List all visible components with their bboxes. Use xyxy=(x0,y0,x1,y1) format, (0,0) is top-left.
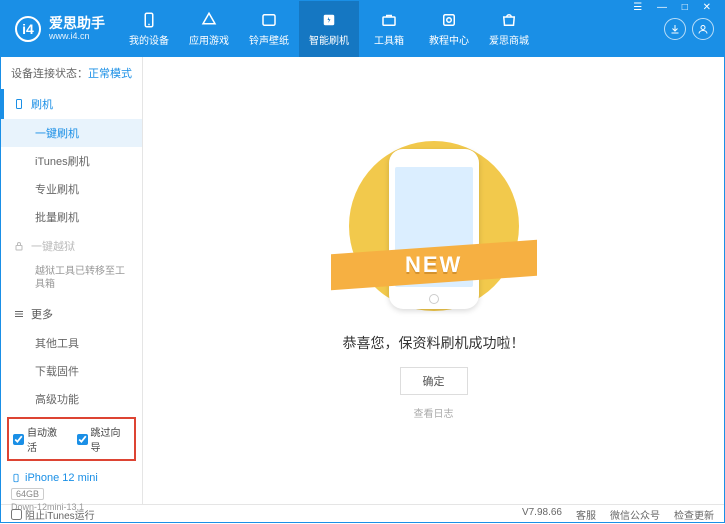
auto-activate-checkbox[interactable]: 自动激活 xyxy=(13,424,67,454)
sidebar-advanced[interactable]: 高级功能 xyxy=(1,385,142,413)
user-button[interactable] xyxy=(692,18,714,40)
sidebar-more-heading[interactable]: 更多 xyxy=(1,299,142,329)
sidebar-oneclick-flash[interactable]: 一键刷机 xyxy=(1,119,142,147)
menu-icon xyxy=(13,308,25,320)
logo: i4 爱思助手 www.i4.cn xyxy=(1,16,119,42)
nav-ringtones[interactable]: 铃声壁纸 xyxy=(239,1,299,57)
service-link[interactable]: 客服 xyxy=(576,507,596,522)
sidebar: 设备连接状态：正常模式 刷机 一键刷机 iTunes刷机 专业刷机 批量刷机 一… xyxy=(1,57,143,504)
user-icon xyxy=(697,23,709,35)
main-content: NEW 恭喜您，保资料刷机成功啦！ 确定 查看日志 xyxy=(143,57,724,504)
nav-store[interactable]: 爱思商城 xyxy=(479,1,539,57)
success-message: 恭喜您，保资料刷机成功啦！ xyxy=(343,333,525,353)
version-label: V7.98.66 xyxy=(522,507,562,522)
sidebar-pro-flash[interactable]: 专业刷机 xyxy=(1,175,142,203)
wechat-link[interactable]: 微信公众号 xyxy=(610,507,660,522)
window-controls[interactable]: ☰ — □ ✕ xyxy=(633,2,717,13)
toolbox-icon xyxy=(380,11,398,29)
lock-icon xyxy=(13,240,25,252)
download-icon xyxy=(669,23,681,35)
phone-icon xyxy=(13,98,25,110)
tutorial-icon xyxy=(440,11,458,29)
apps-icon xyxy=(200,11,218,29)
nav-tutorials[interactable]: 教程中心 xyxy=(419,1,479,57)
store-icon xyxy=(500,11,518,29)
device-name-label: iPhone 12 mini xyxy=(25,472,98,484)
new-badge: NEW xyxy=(405,252,462,278)
nav-my-device[interactable]: 我的设备 xyxy=(119,1,179,57)
flash-icon xyxy=(320,11,338,29)
app-url: www.i4.cn xyxy=(49,32,105,42)
sidebar-batch-flash[interactable]: 批量刷机 xyxy=(1,203,142,231)
sidebar-download-firmware[interactable]: 下载固件 xyxy=(1,357,142,385)
option-checkboxes: 自动激活 跳过向导 xyxy=(7,417,136,461)
sidebar-other-tools[interactable]: 其他工具 xyxy=(1,329,142,357)
sidebar-itunes-flash[interactable]: iTunes刷机 xyxy=(1,147,142,175)
view-log-link[interactable]: 查看日志 xyxy=(414,405,454,420)
download-button[interactable] xyxy=(664,18,686,40)
sidebar-jailbreak-heading[interactable]: 一键越狱 xyxy=(1,231,142,261)
device-capacity: 64GB xyxy=(11,488,44,500)
skip-setup-checkbox[interactable]: 跳过向导 xyxy=(77,424,131,454)
nav-flash[interactable]: 智能刷机 xyxy=(299,1,359,57)
header: i4 爱思助手 www.i4.cn 我的设备 应用游戏 铃声壁纸 智能刷机 工具… xyxy=(1,1,724,57)
sidebar-flash-heading[interactable]: 刷机 xyxy=(1,89,142,119)
block-itunes-checkbox[interactable]: 阻止iTunes运行 xyxy=(11,507,95,522)
phone-icon xyxy=(140,11,158,29)
nav-toolbox[interactable]: 工具箱 xyxy=(359,1,419,57)
top-nav: 我的设备 应用游戏 铃声壁纸 智能刷机 工具箱 教程中心 爱思商城 xyxy=(119,1,654,57)
success-illustration: NEW xyxy=(349,141,519,311)
connection-status: 设备连接状态：正常模式 xyxy=(1,57,142,89)
device-icon xyxy=(11,471,21,485)
ok-button[interactable]: 确定 xyxy=(400,367,468,395)
wallpaper-icon xyxy=(260,11,278,29)
nav-apps[interactable]: 应用游戏 xyxy=(179,1,239,57)
app-title: 爱思助手 xyxy=(49,16,105,31)
jailbreak-note: 越狱工具已转移至工具箱 xyxy=(1,261,142,299)
update-link[interactable]: 检查更新 xyxy=(674,507,714,522)
logo-icon: i4 xyxy=(15,16,41,42)
